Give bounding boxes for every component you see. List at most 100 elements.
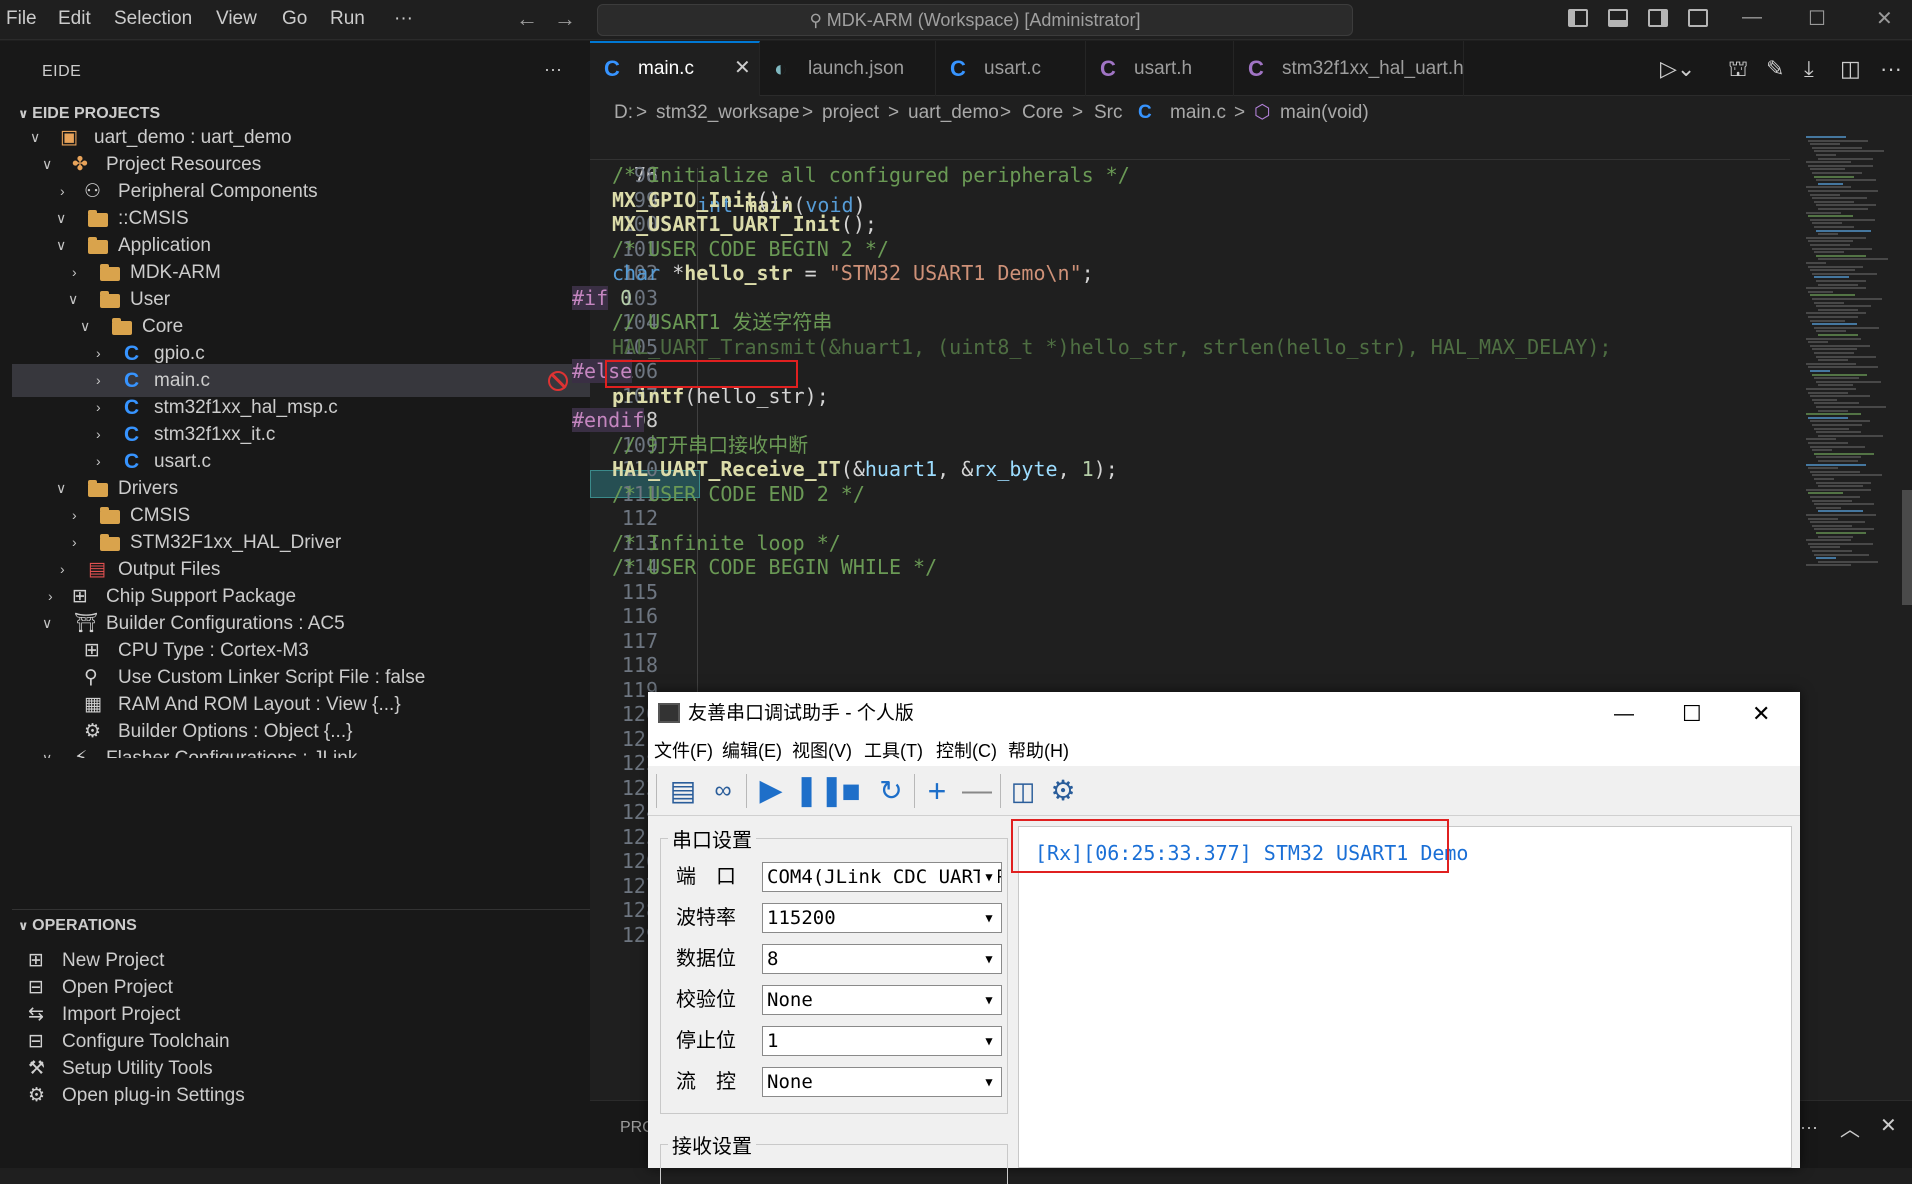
customize-layout-icon[interactable] bbox=[1688, 9, 1708, 27]
minimap-line bbox=[1818, 460, 1858, 462]
menu-more[interactable]: ··· bbox=[394, 8, 413, 30]
close-window-icon[interactable]: ✕ bbox=[1752, 692, 1770, 736]
breadcrumb-uart-demo[interactable]: uart_demo bbox=[908, 96, 999, 130]
tab-usart-c[interactable]: C usart.c bbox=[936, 41, 1086, 96]
tab-hal-uart-h[interactable]: C stm32f1xx_hal_uart.h bbox=[1234, 41, 1464, 96]
data-bits-select[interactable]: 8 ▼ bbox=[762, 944, 1002, 974]
menu-run[interactable]: Run bbox=[330, 8, 365, 30]
menu-selection[interactable]: Selection bbox=[114, 8, 192, 30]
receive-settings-title: 接收设置 bbox=[668, 1130, 756, 1159]
flow-control-select[interactable]: None ▼ bbox=[762, 1067, 1002, 1097]
minimap-line bbox=[1812, 398, 1837, 401]
dropdown-arrow-icon: ▼ bbox=[980, 990, 998, 1010]
menu-file[interactable]: File bbox=[6, 8, 37, 30]
clean-icon[interactable]: ✎ bbox=[1766, 56, 1784, 82]
h-file-icon: C bbox=[1100, 56, 1116, 81]
h-file-icon: C bbox=[1248, 56, 1264, 81]
exclude-icon[interactable] bbox=[548, 371, 568, 391]
sticky-scroll-line[interactable]: 76 int main(void) bbox=[590, 130, 1790, 217]
toggle-primary-sidebar-icon[interactable] bbox=[1568, 9, 1588, 27]
title-bar: File Edit Selection View Go Run ··· ← → … bbox=[0, 0, 1912, 40]
scrollbar-thumb[interactable] bbox=[1902, 490, 1912, 605]
play-icon[interactable]: ▶ bbox=[754, 774, 788, 808]
minimap-line bbox=[1810, 193, 1840, 196]
dropdown-arrow-icon: ▼ bbox=[980, 1072, 998, 1092]
parity-select[interactable]: None ▼ bbox=[762, 985, 1002, 1015]
sidebar-more-icon[interactable]: ··· bbox=[544, 59, 562, 80]
add-icon[interactable]: + bbox=[920, 774, 954, 808]
run-debug-icon[interactable]: ▷⌄ bbox=[1660, 56, 1695, 82]
minimap-line bbox=[1812, 197, 1867, 200]
toggle-secondary-sidebar-icon[interactable] bbox=[1648, 9, 1668, 27]
tree-item-flasher-config[interactable]: ∨ ⚡ Flasher Configurations : JLink bbox=[12, 742, 590, 758]
menu-edit[interactable]: 编辑(E) bbox=[722, 736, 782, 766]
window-icon[interactable]: ◫ bbox=[1006, 774, 1040, 808]
stop-icon[interactable]: ■ bbox=[834, 774, 868, 808]
download-icon[interactable]: ⤓ bbox=[1804, 56, 1814, 82]
field-label: 波特率 bbox=[676, 907, 736, 929]
menu-go[interactable]: Go bbox=[282, 8, 307, 30]
operations-section-header[interactable]: ∨ OPERATIONS bbox=[18, 917, 137, 935]
minimap[interactable] bbox=[1800, 130, 1912, 1130]
remove-icon[interactable]: — bbox=[960, 774, 994, 808]
pause-icon[interactable]: ❚❚ bbox=[794, 774, 844, 808]
breadcrumb-core[interactable]: Core bbox=[1022, 96, 1063, 130]
minimap-line bbox=[1808, 240, 1853, 243]
op-plugin-settings[interactable]: ⚙ Open plug-in Settings bbox=[12, 1079, 590, 1112]
menu-view[interactable]: View bbox=[216, 8, 257, 30]
minimap-line bbox=[1816, 481, 1871, 484]
toggle-panel-icon[interactable] bbox=[1608, 9, 1628, 27]
new-document-icon[interactable]: ▤ bbox=[666, 774, 700, 808]
menu-control[interactable]: 控制(C) bbox=[936, 736, 997, 766]
serial-title-bar: 友善串口调试助手 - 个人版 — ☐ ✕ bbox=[648, 692, 1800, 736]
breadcrumb-drive[interactable]: D: bbox=[614, 96, 633, 130]
op-label: Open plug-in Settings bbox=[62, 1085, 245, 1106]
maximize-icon[interactable]: ☐ bbox=[1682, 692, 1702, 736]
close-window-icon[interactable]: ✕ bbox=[1876, 6, 1893, 31]
menu-edit[interactable]: Edit bbox=[58, 8, 91, 30]
menu-tools[interactable]: 工具(T) bbox=[864, 736, 923, 766]
menu-help[interactable]: 帮助(H) bbox=[1008, 736, 1069, 766]
menu-file[interactable]: 文件(F) bbox=[654, 736, 713, 766]
menu-view[interactable]: 视图(V) bbox=[792, 736, 852, 766]
minimap-line bbox=[1810, 546, 1840, 549]
c-file-icon: C bbox=[950, 56, 966, 81]
maximize-icon[interactable]: ☐ bbox=[1808, 6, 1826, 31]
tab-usart-h[interactable]: C usart.h bbox=[1086, 41, 1234, 96]
port-select[interactable]: COM4(JLink CDC UART Port)▼ bbox=[762, 862, 1002, 892]
minimap-line bbox=[1806, 287, 1866, 290]
minimize-icon[interactable]: — bbox=[1614, 692, 1634, 736]
breadcrumb-workspace[interactable]: stm32_worksape bbox=[656, 96, 800, 130]
receive-area[interactable]: [Rx][06:25:33.377] STM32 USART1 Demo bbox=[1011, 819, 1792, 1168]
baud-select[interactable]: 115200 ▼ bbox=[762, 903, 1002, 933]
minimap-line bbox=[1812, 348, 1857, 351]
minimap-line bbox=[1812, 323, 1857, 326]
breadcrumb-symbol[interactable]: main(void) bbox=[1280, 96, 1369, 130]
minimap-line bbox=[1814, 553, 1869, 556]
minimap-line bbox=[1808, 341, 1828, 344]
back-arrow-icon[interactable]: ← bbox=[516, 6, 538, 32]
minimize-icon[interactable]: — bbox=[1742, 6, 1762, 29]
build-icon[interactable]: ⛫ bbox=[1728, 56, 1748, 85]
tab-main-c[interactable]: C main.c ✕ bbox=[590, 41, 760, 96]
record-icon[interactable]: ∞ bbox=[706, 774, 740, 808]
close-tab-icon[interactable]: ✕ bbox=[734, 43, 751, 94]
close-panel-icon[interactable]: ✕ bbox=[1880, 1113, 1897, 1138]
minimap-line bbox=[1812, 272, 1877, 275]
minimap-line bbox=[1818, 384, 1853, 387]
refresh-icon[interactable]: ↻ bbox=[874, 774, 908, 808]
gear-icon[interactable]: ⚙ bbox=[1046, 774, 1080, 808]
breadcrumb-src[interactable]: Src bbox=[1094, 96, 1123, 130]
tab-launch-json[interactable]: ◐ launch.json bbox=[760, 41, 936, 96]
command-center[interactable]: ⚲ MDK-ARM (Workspace) [Administrator] bbox=[597, 4, 1353, 36]
breadcrumb-project[interactable]: project bbox=[822, 96, 879, 130]
breadcrumb-file[interactable]: main.c bbox=[1170, 96, 1226, 130]
panel-more-icon[interactable]: ··· bbox=[1800, 1117, 1818, 1138]
forward-arrow-icon[interactable]: → bbox=[554, 6, 576, 32]
split-editor-icon[interactable]: ◫ bbox=[1840, 56, 1861, 82]
stop-bits-select[interactable]: 1 ▼ bbox=[762, 1026, 1002, 1056]
minimap-line bbox=[1814, 503, 1874, 506]
minimap-line bbox=[1810, 395, 1870, 398]
chevron-up-icon[interactable]: ︿ bbox=[1840, 1113, 1860, 1142]
more-actions-icon[interactable]: ··· bbox=[1880, 56, 1902, 82]
